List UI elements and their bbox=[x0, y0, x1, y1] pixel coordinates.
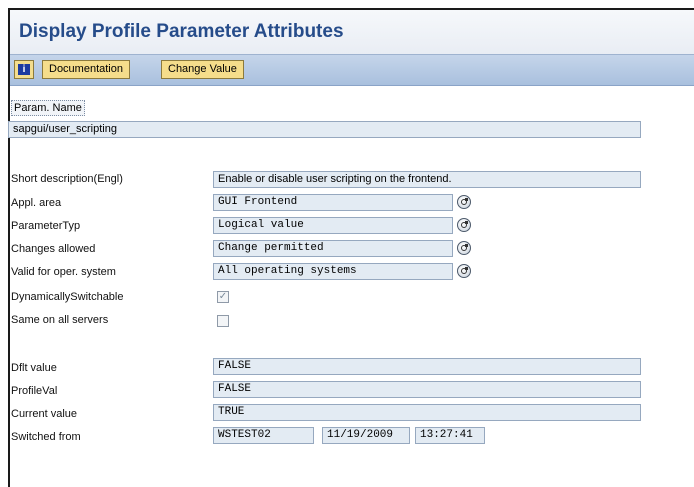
dynamically-switchable-label: DynamicallySwitchable bbox=[11, 291, 124, 303]
value-help-icon[interactable] bbox=[457, 264, 471, 278]
value-help-icon[interactable] bbox=[457, 195, 471, 209]
short-description-label: Short description(Engl) bbox=[11, 173, 123, 185]
dynamically-switchable-checkbox[interactable]: ✓ bbox=[217, 291, 229, 303]
current-value-field[interactable]: TRUE bbox=[213, 404, 641, 421]
same-on-all-servers-checkbox[interactable] bbox=[217, 315, 229, 327]
appl-area-field[interactable]: GUI Frontend bbox=[213, 194, 453, 211]
valid-os-field[interactable]: All operating systems bbox=[213, 263, 453, 280]
info-icon: i bbox=[18, 64, 30, 75]
appl-area-label: Appl. area bbox=[11, 197, 62, 209]
title-bar: Display Profile Parameter Attributes bbox=[10, 10, 694, 54]
change-value-button[interactable]: Change Value bbox=[161, 60, 244, 79]
profile-value-field[interactable]: FALSE bbox=[213, 381, 641, 398]
changes-allowed-label: Changes allowed bbox=[11, 243, 96, 255]
short-description-field[interactable]: Enable or disable user scripting on the … bbox=[213, 171, 641, 188]
switched-from-label: Switched from bbox=[11, 431, 81, 443]
changes-allowed-field[interactable]: Change permitted bbox=[213, 240, 453, 257]
param-name-label: Param. Name bbox=[11, 100, 85, 116]
page-title: Display Profile Parameter Attributes bbox=[19, 21, 344, 42]
value-help-icon[interactable] bbox=[457, 241, 471, 255]
documentation-button[interactable]: Documentation bbox=[42, 60, 130, 79]
parameter-type-field[interactable]: Logical value bbox=[213, 217, 453, 234]
current-value-label: Current value bbox=[11, 408, 78, 420]
profile-value-label: ProfileVal bbox=[11, 385, 58, 397]
application-toolbar: i Documentation Change Value bbox=[10, 54, 694, 86]
param-name-field[interactable]: sapgui/user_scripting bbox=[8, 121, 641, 138]
switched-date-field[interactable]: 11/19/2009 bbox=[322, 427, 410, 444]
value-help-icon[interactable] bbox=[457, 218, 471, 232]
switched-user-field[interactable]: WSTEST02 bbox=[213, 427, 314, 444]
info-button[interactable]: i bbox=[14, 60, 34, 79]
parameter-type-label: ParameterTyp bbox=[11, 220, 81, 232]
switched-time-field[interactable]: 13:27:41 bbox=[415, 427, 485, 444]
valid-os-label: Valid for oper. system bbox=[11, 266, 116, 278]
default-value-field[interactable]: FALSE bbox=[213, 358, 641, 375]
default-value-label: Dflt value bbox=[11, 362, 57, 374]
same-on-all-servers-label: Same on all servers bbox=[11, 314, 109, 326]
